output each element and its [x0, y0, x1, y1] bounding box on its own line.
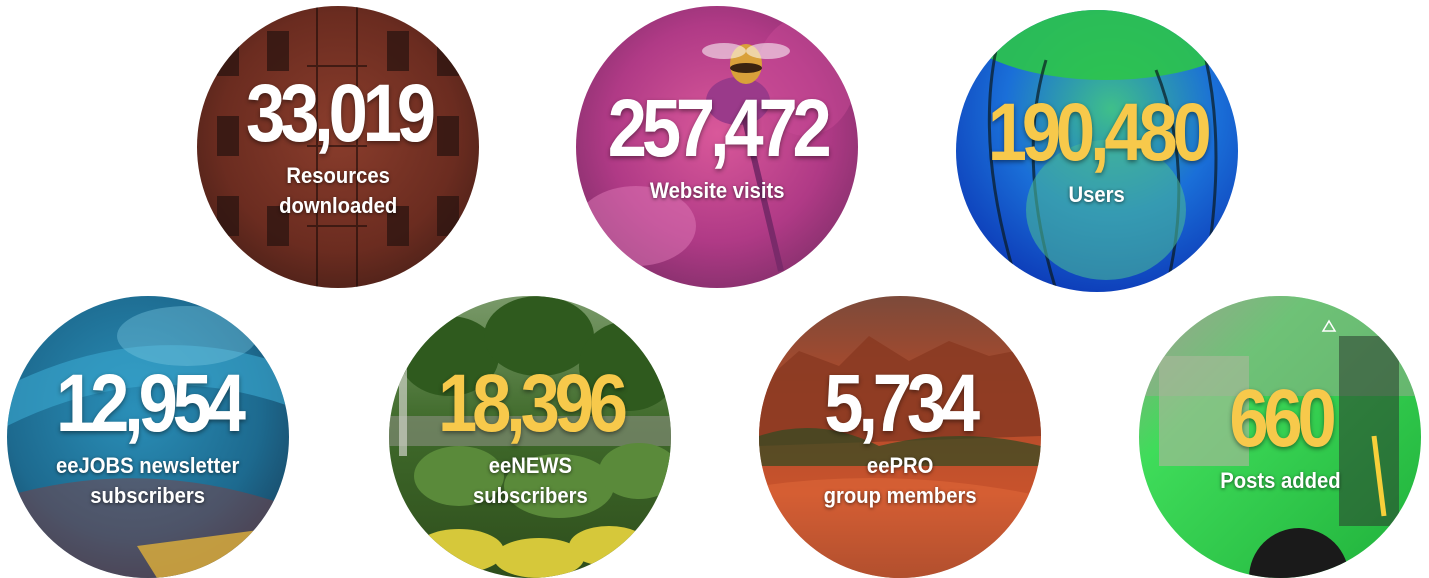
stat-website-visits: 257,472 Website visits — [576, 6, 858, 288]
stat-label: eePRO group members — [823, 453, 977, 508]
stat-label: Users — [1068, 182, 1126, 207]
stat-value: 5,734 — [824, 358, 981, 449]
stat-label: Website visits — [649, 178, 785, 203]
stat-value: 33,019 — [245, 68, 436, 159]
stat-value: 660 — [1228, 373, 1336, 464]
stat-value: 190,480 — [987, 87, 1212, 178]
stat-label: Posts added — [1219, 468, 1341, 493]
stat-eenews-subscribers: 18,396 eeNEWS subscribers — [389, 296, 671, 578]
stat-value: 18,396 — [437, 358, 628, 449]
stat-value: 12,954 — [55, 358, 246, 449]
stat-label: eeNEWS subscribers — [472, 453, 588, 508]
stat-label: Resources downloaded — [278, 163, 398, 218]
stat-resources-downloaded: 33,019 Resources downloaded — [197, 6, 479, 288]
stat-posts-added: 660 Posts added — [1139, 296, 1421, 578]
stat-eejobs-subscribers: 12,954 eeJOBS newsletter subscribers — [7, 296, 289, 578]
stat-label: eeJOBS newsletter subscribers — [56, 453, 240, 508]
stat-eepro-members: 5,734 eePRO group members — [759, 296, 1041, 578]
stat-value: 257,472 — [607, 83, 832, 174]
stat-users: 190,480 Users — [956, 10, 1238, 292]
